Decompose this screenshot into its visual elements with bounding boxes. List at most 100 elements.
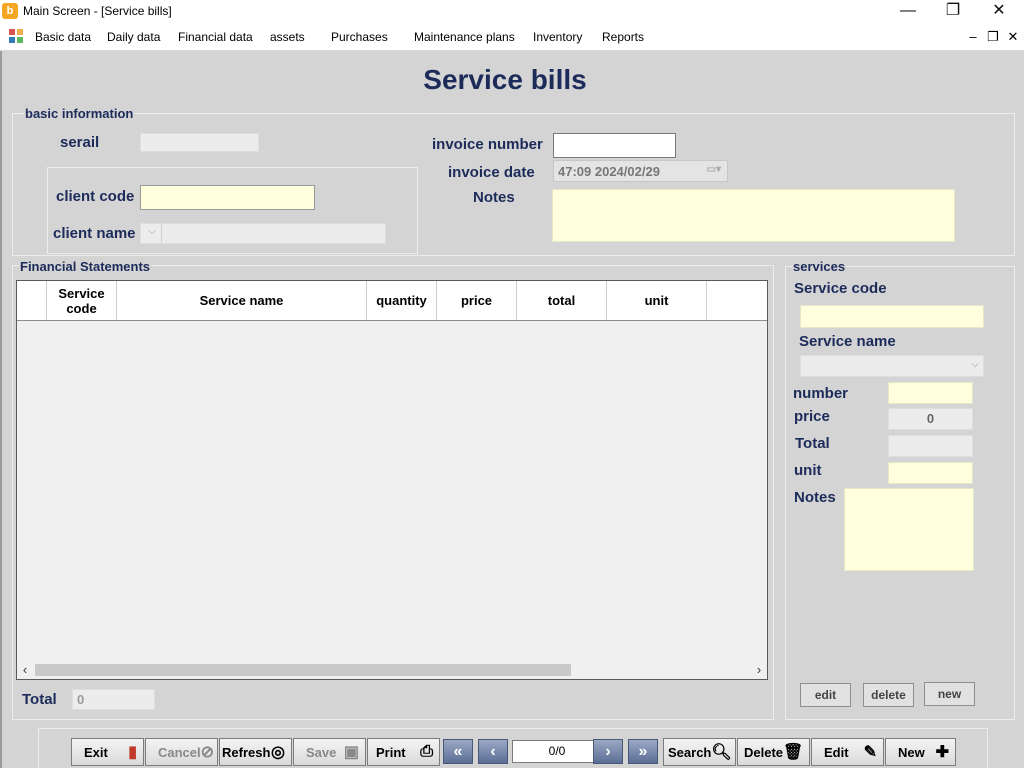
service-notes-textarea[interactable] xyxy=(844,488,974,571)
unit-input[interactable] xyxy=(888,462,973,484)
number-label: number xyxy=(793,385,849,402)
delete-label: Delete xyxy=(744,744,784,760)
price-label: price xyxy=(794,408,830,425)
window-title: Main Screen - [Service bills] xyxy=(23,4,172,18)
service-edit-button[interactable]: edit xyxy=(800,683,851,707)
client-code-input[interactable] xyxy=(140,185,315,210)
col-service-name[interactable]: Service name xyxy=(117,281,367,320)
number-input[interactable] xyxy=(888,382,973,404)
horizontal-scrollbar[interactable]: ‹ › xyxy=(17,661,767,679)
row-selector-header xyxy=(17,281,47,320)
refresh-icon: ◎ xyxy=(271,744,285,761)
statements-label: Financial Statements xyxy=(19,259,152,274)
mdi-minimize-button[interactable]: – xyxy=(966,29,980,44)
next-record-button[interactable]: › xyxy=(593,739,623,764)
service-delete-button[interactable]: delete xyxy=(863,683,914,707)
service-code-input[interactable] xyxy=(800,305,984,328)
edit-label: Edit xyxy=(824,744,849,760)
invoice-number-label: invoice number xyxy=(432,136,543,153)
menu-reports[interactable]: Reports xyxy=(602,30,644,44)
cancel-button[interactable]: Cancel ⊘ xyxy=(145,738,218,766)
first-record-button[interactable]: « xyxy=(443,739,473,764)
trash-icon: 🗑︎ xyxy=(783,744,804,761)
service-name-label: Service name xyxy=(799,333,896,350)
menu-basic-data[interactable]: Basic data xyxy=(35,30,91,44)
print-label: Print xyxy=(376,744,406,760)
service-total-label: Total xyxy=(795,435,830,452)
print-icon: ⎙ xyxy=(420,743,433,760)
pencil-icon: ✎ xyxy=(863,744,877,761)
basic-info-label: basic information xyxy=(24,106,135,121)
total-field: 0 xyxy=(72,689,155,710)
service-total-field xyxy=(888,435,973,457)
last-record-button[interactable]: » xyxy=(628,739,658,764)
serial-field xyxy=(140,133,259,152)
app-icon: b xyxy=(2,3,18,19)
refresh-label: Refresh xyxy=(222,744,271,760)
menu-assets[interactable]: assets xyxy=(270,30,305,44)
service-new-button[interactable]: new xyxy=(924,682,975,706)
chevron-down-icon: ⌵ xyxy=(971,359,979,370)
delete-button[interactable]: Delete 🗑︎ xyxy=(737,738,810,766)
previous-record-button[interactable]: ‹ xyxy=(478,739,508,764)
invoice-date-value: 47:09 2024/02/29 xyxy=(558,164,660,179)
menu-financial-data[interactable]: Financial data xyxy=(178,30,253,44)
menu-daily-data[interactable]: Daily data xyxy=(107,30,160,44)
save-icon: ▣ xyxy=(343,744,359,761)
search-label: Search xyxy=(668,744,712,760)
col-price[interactable]: price xyxy=(437,281,517,320)
serial-label: serail xyxy=(60,134,100,151)
invoice-date-picker[interactable]: 47:09 2024/02/29 ▭▾ xyxy=(553,160,728,182)
services-label: services xyxy=(792,259,847,274)
record-pager[interactable]: 0/0 xyxy=(512,740,602,763)
unit-label: unit xyxy=(794,462,822,479)
app-menu-icon[interactable] xyxy=(9,29,23,43)
mdi-restore-button[interactable]: ❐ xyxy=(986,29,1000,45)
menu-inventory[interactable]: Inventory xyxy=(533,30,582,44)
col-unit[interactable]: unit xyxy=(607,281,707,320)
exit-icon: ▮ xyxy=(128,744,137,761)
service-name-select[interactable]: ⌵ xyxy=(800,355,984,377)
refresh-button[interactable]: Refresh ◎ xyxy=(219,738,292,766)
col-total[interactable]: total xyxy=(517,281,607,320)
scroll-right-icon[interactable]: › xyxy=(751,661,767,679)
exit-label: Exit xyxy=(84,744,108,760)
notes-textarea[interactable] xyxy=(552,189,955,242)
mdi-close-button[interactable]: ✕ xyxy=(1006,29,1020,45)
client-name-label: client name xyxy=(53,225,136,242)
price-field: 0 xyxy=(888,408,973,430)
new-button[interactable]: New ✚ xyxy=(885,738,956,766)
new-label: New xyxy=(898,744,925,760)
maximize-button[interactable]: ❐ xyxy=(930,0,976,24)
page-title: Service bills xyxy=(423,64,587,95)
search-icon: 🔍︎ xyxy=(711,744,732,761)
scroll-thumb[interactable] xyxy=(35,664,571,676)
menu-purchases[interactable]: Purchases xyxy=(331,30,388,44)
col-service-code[interactable]: Service code xyxy=(47,281,117,320)
client-name-select[interactable]: ⌵ xyxy=(140,223,386,244)
invoice-date-label: invoice date xyxy=(448,164,535,181)
calendar-dropdown-icon[interactable]: ▭▾ xyxy=(707,164,721,175)
close-window-button[interactable]: ✕ xyxy=(976,0,1022,24)
cancel-icon: ⊘ xyxy=(200,744,215,761)
statements-grid[interactable]: Service code Service name quantity price… xyxy=(16,280,768,680)
invoice-number-input[interactable] xyxy=(553,133,676,158)
grid-header: Service code Service name quantity price… xyxy=(17,281,767,321)
search-button[interactable]: Search 🔍︎ xyxy=(663,738,736,766)
print-button[interactable]: Print ⎙ xyxy=(367,738,440,766)
col-quantity[interactable]: quantity xyxy=(367,281,437,320)
edit-button[interactable]: Edit ✎ xyxy=(811,738,884,766)
total-label: Total xyxy=(22,691,57,708)
scroll-left-icon[interactable]: ‹ xyxy=(17,661,33,679)
service-code-label: Service code xyxy=(794,280,887,297)
exit-button[interactable]: Exit ▮ xyxy=(71,738,144,766)
notes-label: Notes xyxy=(473,189,515,206)
save-button[interactable]: Save ▣ xyxy=(293,738,366,766)
save-label: Save xyxy=(306,744,337,760)
service-notes-label: Notes xyxy=(794,489,836,506)
plus-icon: ✚ xyxy=(935,744,949,761)
client-name-value xyxy=(161,224,166,243)
chevron-down-icon: ⌵ xyxy=(148,226,156,237)
minimize-button[interactable]: — xyxy=(885,0,931,24)
menu-maintenance-plans[interactable]: Maintenance plans xyxy=(414,30,515,44)
